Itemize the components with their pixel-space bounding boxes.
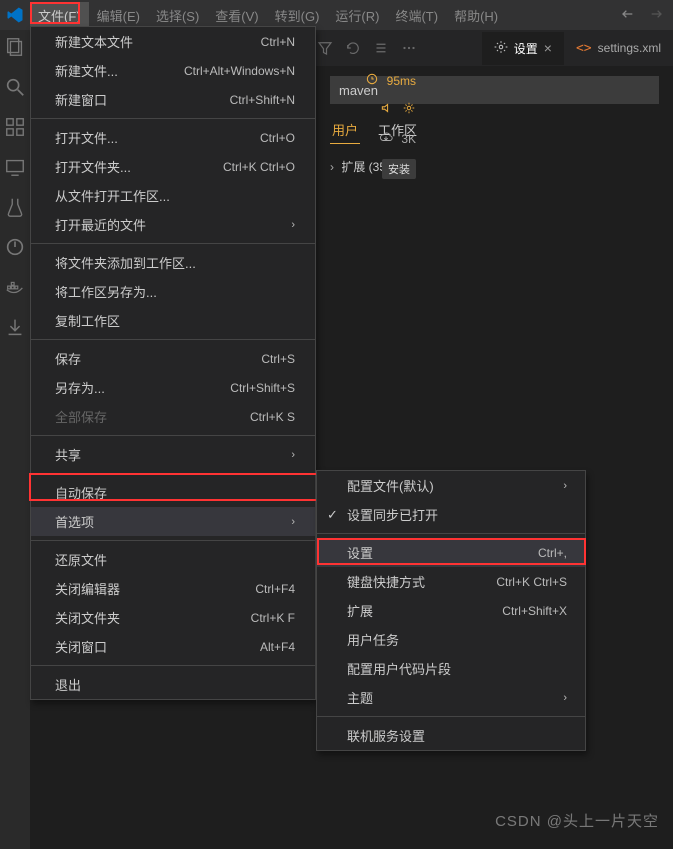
menu-save-all: 全部保存Ctrl+K S bbox=[31, 402, 315, 431]
menu-edit[interactable]: 编辑(E) bbox=[89, 2, 148, 29]
menu-go[interactable]: 转到(G) bbox=[267, 2, 328, 29]
sound-icon bbox=[380, 101, 394, 118]
editor-tabs: 设置 × <> settings.xml bbox=[316, 30, 673, 66]
history-icon bbox=[365, 72, 379, 89]
menu-save-workspace-as[interactable]: 将工作区另存为... bbox=[31, 277, 315, 306]
extensions-icon[interactable] bbox=[4, 116, 26, 138]
preferences-submenu: 配置文件(默认)› ✓设置同步已打开 设置Ctrl+, 键盘快捷方式Ctrl+K… bbox=[316, 470, 586, 751]
menu-duplicate-workspace[interactable]: 复制工作区 bbox=[31, 306, 315, 335]
refresh-icon[interactable] bbox=[344, 39, 362, 57]
tab-settings-label: 设置 bbox=[514, 40, 538, 57]
menu-separator bbox=[317, 716, 585, 717]
chevron-right-icon: › bbox=[291, 219, 295, 231]
ext-downloads: 3K bbox=[401, 132, 416, 146]
cloud-download-icon bbox=[379, 130, 393, 147]
filter-icon[interactable] bbox=[316, 39, 334, 57]
remote-icon[interactable] bbox=[4, 156, 26, 178]
submenu-keyboard-shortcuts[interactable]: 键盘快捷方式Ctrl+K Ctrl+S bbox=[317, 567, 585, 596]
explorer-icon[interactable] bbox=[4, 36, 26, 58]
menu-add-folder-to-workspace[interactable]: 将文件夹添加到工作区... bbox=[31, 248, 315, 277]
menu-save-as[interactable]: 另存为...Ctrl+Shift+S bbox=[31, 373, 315, 402]
menu-view[interactable]: 查看(V) bbox=[207, 2, 266, 29]
submenu-settings[interactable]: 设置Ctrl+, bbox=[317, 538, 585, 567]
menu-help[interactable]: 帮助(H) bbox=[446, 2, 506, 29]
nav-back-icon[interactable] bbox=[619, 6, 635, 25]
menu-open-recent[interactable]: 打开最近的文件› bbox=[31, 210, 315, 239]
list-icon[interactable] bbox=[372, 39, 390, 57]
menu-separator bbox=[31, 435, 315, 436]
menu-preferences[interactable]: 首选项› bbox=[31, 507, 315, 536]
chevron-right-icon: › bbox=[291, 516, 295, 528]
menu-exit[interactable]: 退出 bbox=[31, 670, 315, 699]
gear-icon bbox=[494, 40, 508, 57]
menu-open-folder[interactable]: 打开文件夹...Ctrl+K Ctrl+O bbox=[31, 152, 315, 181]
tab-settings-xml-label: settings.xml bbox=[598, 41, 661, 55]
submenu-user-tasks[interactable]: 用户任务 bbox=[317, 625, 585, 654]
close-icon[interactable]: × bbox=[544, 40, 552, 56]
menu-separator bbox=[31, 473, 315, 474]
submenu-themes[interactable]: 主题› bbox=[317, 683, 585, 712]
docker-icon[interactable] bbox=[4, 276, 26, 298]
power-icon[interactable] bbox=[4, 236, 26, 258]
menu-close-folder[interactable]: 关闭文件夹Ctrl+K F bbox=[31, 603, 315, 632]
vscode-logo-icon bbox=[6, 6, 24, 24]
menu-separator bbox=[31, 665, 315, 666]
submenu-extensions[interactable]: 扩展Ctrl+Shift+X bbox=[317, 596, 585, 625]
menu-separator bbox=[31, 118, 315, 119]
tab-settings[interactable]: 设置 × bbox=[482, 32, 564, 65]
menu-separator bbox=[317, 533, 585, 534]
menu-separator bbox=[31, 243, 315, 244]
menu-run[interactable]: 运行(R) bbox=[327, 2, 387, 29]
submenu-settings-sync-on[interactable]: ✓设置同步已打开 bbox=[317, 500, 585, 529]
download-icon[interactable] bbox=[4, 316, 26, 338]
menu-open-file[interactable]: 打开文件...Ctrl+O bbox=[31, 123, 315, 152]
watermark: CSDN @头上一片天空 bbox=[495, 810, 659, 831]
menu-separator bbox=[31, 540, 315, 541]
nav-forward-icon[interactable] bbox=[649, 6, 665, 25]
menu-revert-file[interactable]: 还原文件 bbox=[31, 545, 315, 574]
xml-icon: <> bbox=[576, 41, 592, 56]
menu-open-workspace-from-file[interactable]: 从文件打开工作区... bbox=[31, 181, 315, 210]
menu-new-text-file[interactable]: 新建文本文件Ctrl+N bbox=[31, 27, 315, 56]
more-icon[interactable] bbox=[400, 39, 418, 57]
menu-selection[interactable]: 选择(S) bbox=[148, 2, 207, 29]
extension-card-peek: 95ms 3K 安装 bbox=[316, 66, 426, 185]
tab-settings-xml[interactable]: <> settings.xml bbox=[564, 33, 673, 64]
menu-new-window[interactable]: 新建窗口Ctrl+Shift+N bbox=[31, 85, 315, 114]
install-button[interactable]: 安装 bbox=[382, 159, 416, 179]
activity-bar bbox=[0, 30, 30, 849]
menu-save[interactable]: 保存Ctrl+S bbox=[31, 344, 315, 373]
menu-share[interactable]: 共享› bbox=[31, 440, 315, 469]
submenu-online-services-settings[interactable]: 联机服务设置 bbox=[317, 721, 585, 750]
menu-auto-save[interactable]: 自动保存 bbox=[31, 478, 315, 507]
ext-time: 95ms bbox=[387, 74, 416, 88]
search-icon[interactable] bbox=[4, 76, 26, 98]
check-icon: ✓ bbox=[327, 507, 338, 523]
chevron-right-icon: › bbox=[563, 480, 567, 492]
menu-terminal[interactable]: 终端(T) bbox=[387, 2, 446, 29]
menu-new-file[interactable]: 新建文件...Ctrl+Alt+Windows+N bbox=[31, 56, 315, 85]
menu-file[interactable]: 文件(F) bbox=[30, 2, 89, 29]
file-menu-dropdown: 新建文本文件Ctrl+N 新建文件...Ctrl+Alt+Windows+N 新… bbox=[30, 26, 316, 700]
submenu-user-snippets[interactable]: 配置用户代码片段 bbox=[317, 654, 585, 683]
submenu-profiles[interactable]: 配置文件(默认)› bbox=[317, 471, 585, 500]
menu-separator bbox=[31, 339, 315, 340]
menu-close-window[interactable]: 关闭窗口Alt+F4 bbox=[31, 632, 315, 661]
menu-close-editor[interactable]: 关闭编辑器Ctrl+F4 bbox=[31, 574, 315, 603]
chevron-right-icon: › bbox=[563, 692, 567, 704]
chevron-right-icon: › bbox=[291, 449, 295, 461]
testing-icon[interactable] bbox=[4, 196, 26, 218]
gear-icon[interactable] bbox=[402, 101, 416, 118]
